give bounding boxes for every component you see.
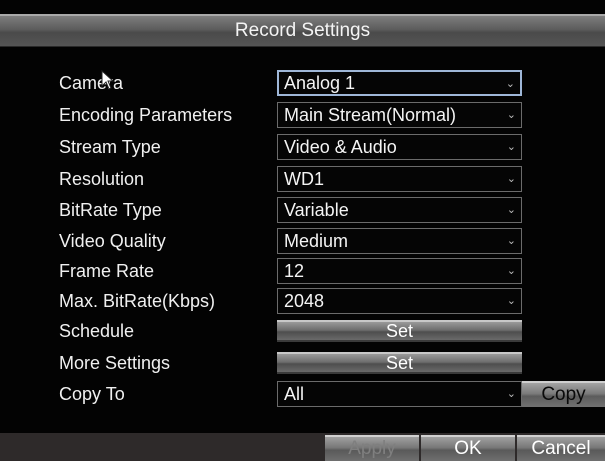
max-bitrate-label: Max. BitRate(Kbps) (59, 291, 216, 311)
bitrate-type-select[interactable]: Variable ⌄ (277, 197, 522, 223)
chevron-down-icon: ⌄ (505, 78, 515, 90)
ok-button[interactable]: OK (421, 435, 515, 461)
frame-rate-label: Frame Rate (59, 261, 155, 281)
encoding-parameters-select[interactable]: Main Stream(Normal) ⌄ (277, 102, 522, 128)
record-settings-dialog: Record Settings Camera Analog 1 ⌄ Encodi… (0, 0, 605, 461)
resolution-label: Resolution (59, 169, 145, 189)
stream-type-select[interactable]: Video & Audio ⌄ (277, 134, 522, 160)
bitrate-type-label: BitRate Type (59, 200, 162, 220)
max-bitrate-select[interactable]: 2048 ⌄ (277, 288, 522, 314)
chevron-down-icon: ⌄ (506, 204, 516, 216)
chevron-down-icon: ⌄ (506, 173, 516, 185)
chevron-down-icon: ⌄ (506, 265, 516, 277)
camera-select-value: Analog 1 (284, 73, 356, 93)
apply-button[interactable]: Apply (325, 435, 419, 461)
more-settings-set-button[interactable]: Set (277, 352, 522, 374)
copy-to-value: All (284, 384, 305, 404)
stream-type-label: Stream Type (59, 137, 161, 157)
resolution-select[interactable]: WD1 ⌄ (277, 166, 522, 192)
encoding-parameters-value: Main Stream(Normal) (284, 105, 457, 125)
frame-rate-value: 12 (284, 261, 305, 281)
copy-to-label: Copy To (59, 384, 125, 404)
dialog-title: Record Settings (0, 14, 605, 47)
stream-type-value: Video & Audio (284, 137, 397, 157)
chevron-down-icon: ⌄ (506, 141, 516, 153)
video-quality-select[interactable]: Medium ⌄ (277, 228, 522, 254)
encoding-parameters-label: Encoding Parameters (59, 105, 233, 125)
video-quality-value: Medium (284, 231, 349, 251)
resolution-value: WD1 (284, 169, 324, 189)
mouse-pointer-icon (101, 70, 115, 90)
schedule-label: Schedule (59, 321, 135, 341)
schedule-set-button[interactable]: Set (277, 320, 522, 342)
copy-button[interactable]: Copy (522, 381, 605, 407)
cancel-button[interactable]: Cancel (517, 435, 605, 461)
frame-rate-select[interactable]: 12 ⌄ (277, 258, 522, 284)
chevron-down-icon: ⌄ (506, 235, 516, 247)
camera-select[interactable]: Analog 1 ⌄ (277, 70, 522, 96)
more-settings-label: More Settings (59, 353, 171, 373)
chevron-down-icon: ⌄ (506, 109, 516, 121)
bitrate-type-value: Variable (284, 200, 349, 220)
video-quality-label: Video Quality (59, 231, 166, 251)
copy-to-select[interactable]: All ⌄ (277, 381, 522, 407)
chevron-down-icon: ⌄ (506, 295, 516, 307)
chevron-down-icon: ⌄ (506, 388, 516, 400)
max-bitrate-value: 2048 (284, 291, 325, 311)
